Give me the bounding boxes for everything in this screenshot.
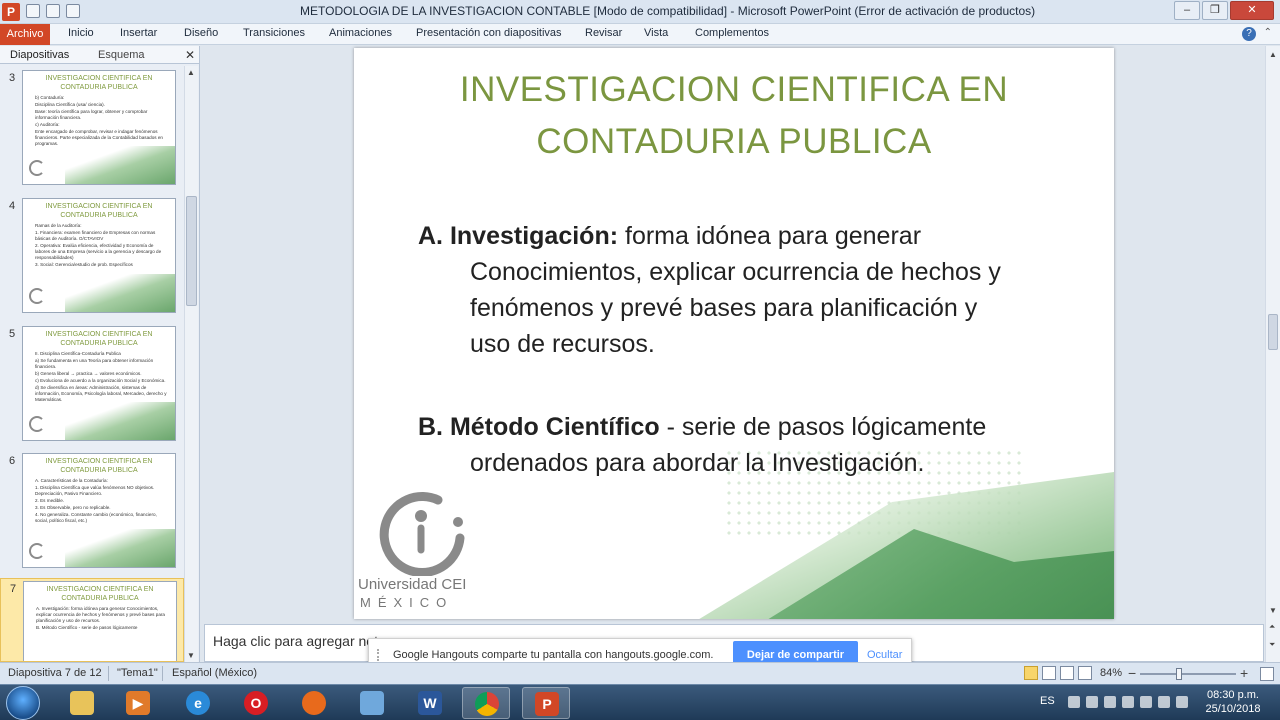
save-icon[interactable] xyxy=(26,4,40,18)
logo-icon xyxy=(29,288,45,304)
paint-icon[interactable] xyxy=(348,687,396,719)
scroll-down-icon[interactable]: ▼ xyxy=(187,651,195,660)
tab-vista[interactable]: Vista xyxy=(644,27,668,39)
clock[interactable]: 08:30 p.m. 25/10/2018 xyxy=(1198,688,1268,716)
scroll-up-icon[interactable]: ▲ xyxy=(187,68,195,77)
university-logo-icon xyxy=(379,492,465,576)
volume-icon[interactable] xyxy=(1140,696,1152,708)
window-title: METODOLOGIA DE LA INVESTIGACION CONTABLE… xyxy=(300,4,1036,18)
chrome-icon[interactable] xyxy=(462,687,510,719)
undo-icon[interactable] xyxy=(46,4,60,18)
next-slide-icon[interactable]: ⏷ xyxy=(1269,640,1275,650)
tab-transiciones[interactable]: Transiciones xyxy=(243,27,305,39)
view-buttons xyxy=(1024,666,1092,680)
flag-icon[interactable] xyxy=(1104,696,1116,708)
panel-tabs: Diapositivas Esquema ✕ xyxy=(0,46,199,64)
redo-icon[interactable] xyxy=(66,4,80,18)
zoom-level[interactable]: 84% xyxy=(1100,667,1122,679)
slide-thumbnail[interactable]: 6 INVESTIGACION CIENTIFICA EN CONTADURIA… xyxy=(0,451,184,571)
zoom-slider[interactable] xyxy=(1140,668,1236,680)
start-button[interactable] xyxy=(6,686,40,720)
hide-link[interactable]: Ocultar xyxy=(867,649,902,661)
zoom-knob[interactable] xyxy=(1176,668,1183,680)
panel-scrollbar[interactable]: ▲ ▼ xyxy=(184,66,198,662)
tab-presentacion[interactable]: Presentación con diapositivas xyxy=(416,27,562,39)
restore-button[interactable]: ❐ xyxy=(1202,1,1228,20)
slide-point-a[interactable]: A. Investigación: forma idónea para gene… xyxy=(418,218,1078,362)
logo-icon xyxy=(29,416,45,432)
logo-icon xyxy=(29,543,45,559)
tab-file[interactable]: Archivo xyxy=(0,24,50,45)
help-icon[interactable]: ? xyxy=(1242,27,1256,41)
slide-thumbnail-selected[interactable]: 7 INVESTIGACION CIENTIFICA EN CONTADURIA… xyxy=(0,578,184,662)
close-panel-icon[interactable]: ✕ xyxy=(185,48,195,62)
firefox-icon[interactable] xyxy=(290,687,338,719)
normal-view-icon[interactable] xyxy=(1024,666,1038,680)
tray-icon[interactable] xyxy=(1176,696,1188,708)
university-country: MÉXICO xyxy=(360,595,454,610)
scroll-up-icon[interactable]: ▲ xyxy=(1269,50,1277,59)
scroll-thumb[interactable] xyxy=(1268,314,1278,350)
slide-canvas[interactable]: INVESTIGACION CIENTIFICA EN CONTADURIA P… xyxy=(354,48,1114,619)
fit-to-window-icon[interactable] xyxy=(1260,667,1274,681)
collapse-ribbon-icon[interactable]: ⌃ xyxy=(1264,27,1272,38)
zoom-in-icon[interactable]: + xyxy=(1240,666,1248,680)
minimize-button[interactable]: – xyxy=(1174,1,1200,20)
input-language[interactable]: ES xyxy=(1040,695,1055,707)
slide-counter: Diapositiva 7 de 12 xyxy=(8,667,102,679)
word-icon[interactable]: W xyxy=(406,687,454,719)
language-indicator[interactable]: Español (México) xyxy=(172,667,257,679)
power-icon[interactable] xyxy=(1158,696,1170,708)
explorer-folder-icon[interactable] xyxy=(58,687,106,719)
tab-revisar[interactable]: Revisar xyxy=(585,27,622,39)
internet-explorer-icon[interactable]: e xyxy=(174,687,222,719)
close-button[interactable]: ✕ xyxy=(1230,1,1274,20)
tab-insertar[interactable]: Insertar xyxy=(120,27,157,39)
reading-view-icon[interactable] xyxy=(1060,666,1074,680)
scroll-down-icon[interactable]: ▼ xyxy=(1269,606,1277,615)
status-bar: Diapositiva 7 de 12 "Tema1" Español (Méx… xyxy=(0,662,1280,684)
slide-title[interactable]: INVESTIGACION CIENTIFICA EN CONTADURIA P… xyxy=(354,64,1114,168)
signal-icon[interactable] xyxy=(1122,696,1134,708)
media-player-icon[interactable]: ▶ xyxy=(114,687,162,719)
title-bar: P METODOLOGIA DE LA INVESTIGACION CONTAB… xyxy=(0,0,1280,24)
slide-point-b[interactable]: B. Método Científico - serie de pasos ló… xyxy=(418,409,1078,481)
editor-scrollbar[interactable]: ▲ ▼ ⏶ ⏷ xyxy=(1265,46,1280,662)
window-controls: – ❐ ✕ xyxy=(1174,1,1274,20)
tab-outline[interactable]: Esquema xyxy=(98,49,144,61)
tab-inicio[interactable]: Inicio xyxy=(68,27,94,39)
tab-slides[interactable]: Diapositivas xyxy=(10,49,69,61)
scroll-thumb[interactable] xyxy=(186,196,197,306)
windows-taskbar: ▶ e O W P ES 08:30 p.m. 25/10/2018 xyxy=(0,684,1280,720)
system-tray: ES 08:30 p.m. 25/10/2018 xyxy=(1036,685,1280,720)
theme-name[interactable]: "Tema1" xyxy=(117,667,158,679)
slide-thumbnail[interactable]: 4 INVESTIGACION CIENTIFICA EN CONTADURIA… xyxy=(0,196,184,316)
previous-slide-icon[interactable]: ⏶ xyxy=(1269,622,1275,632)
quick-access-toolbar xyxy=(26,4,80,18)
opera-icon[interactable]: O xyxy=(232,687,280,719)
zoom-out-icon[interactable]: − xyxy=(1128,666,1136,680)
powerpoint-icon[interactable]: P xyxy=(522,687,570,719)
slide-thumbnail[interactable]: 3 INVESTIGACION CIENTIFICA EN CONTADURIA… xyxy=(0,68,184,188)
share-message: Google Hangouts comparte tu pantalla con… xyxy=(393,649,714,661)
notes-placeholder: Haga clic para agregar notas xyxy=(213,633,393,649)
ribbon-tabs: Archivo Inicio Insertar Diseño Transicio… xyxy=(0,24,1280,45)
tab-animaciones[interactable]: Animaciones xyxy=(329,27,392,39)
slideshow-icon[interactable] xyxy=(1078,666,1092,680)
slide-sorter-icon[interactable] xyxy=(1042,666,1056,680)
language-bar-icon[interactable] xyxy=(1068,696,1080,708)
slides-panel: Diapositivas Esquema ✕ 3 INVESTIGACION C… xyxy=(0,46,200,662)
tab-complementos[interactable]: Complementos xyxy=(695,27,769,39)
logo-icon xyxy=(29,160,45,176)
university-name: Universidad CEI xyxy=(358,576,467,593)
slide-thumbnail[interactable]: 5 INVESTIGACION CIENTIFICA EN CONTADURIA… xyxy=(0,324,184,444)
tab-diseno[interactable]: Diseño xyxy=(184,27,218,39)
network-icon[interactable] xyxy=(1086,696,1098,708)
powerpoint-app-icon[interactable]: P xyxy=(2,3,20,21)
drag-handle-icon[interactable] xyxy=(377,649,383,661)
